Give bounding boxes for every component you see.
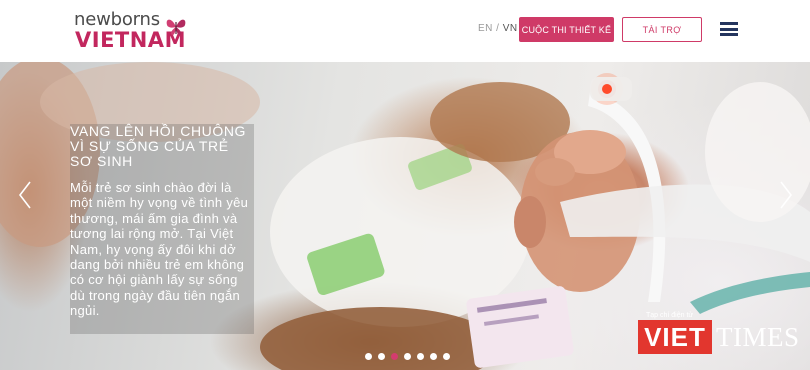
butterfly-icon xyxy=(166,19,186,36)
slider-dot-2[interactable] xyxy=(378,353,385,360)
viettimes-watermark: Tạp chí điện tử VIET TIMES xyxy=(636,312,806,370)
menu-icon[interactable] xyxy=(720,22,738,36)
language-switcher: EN / VN xyxy=(478,23,518,34)
lang-en-link[interactable]: EN xyxy=(478,23,493,34)
chevron-right-icon[interactable] xyxy=(779,180,793,210)
lang-vn-link[interactable]: VN xyxy=(503,23,518,34)
slider-dot-3[interactable] xyxy=(391,353,398,360)
hero-heading: VANG LÊN HỒI CHUÔNG VÌ SỰ SỐNG CỦA TRẺ S… xyxy=(70,123,247,169)
design-contest-button[interactable]: CUỘC THI THIẾT KẾ xyxy=(519,17,614,42)
slider-pagination xyxy=(365,353,450,360)
sponsor-button[interactable]: TÀI TRỢ xyxy=(622,17,702,42)
slider-dot-4[interactable] xyxy=(404,353,411,360)
chevron-left-icon[interactable] xyxy=(18,180,32,210)
newborns-vietnam-logo[interactable]: newborns VIETNAM xyxy=(74,9,194,53)
watermark-caption: Tạp chí điện tử xyxy=(646,312,694,319)
hero-body: Mỗi trẻ sơ sinh chào đời là một niềm hy … xyxy=(70,180,249,319)
watermark-logo-box: VIET xyxy=(638,320,712,354)
slider-dot-5[interactable] xyxy=(417,353,424,360)
slider-dot-7[interactable] xyxy=(443,353,450,360)
watermark-logo-text: TIMES xyxy=(716,322,800,352)
logo-text-newborns: newborns xyxy=(74,9,160,30)
site-header: newborns VIETNAM EN / VN CUỘC THI THIẾT … xyxy=(0,0,810,62)
slider-dot-1[interactable] xyxy=(365,353,372,360)
lang-separator: / xyxy=(492,23,503,34)
hero-slider: VANG LÊN HỒI CHUÔNG VÌ SỰ SỐNG CỦA TRẺ S… xyxy=(0,62,810,370)
hero-caption: VANG LÊN HỒI CHUÔNG VÌ SỰ SỐNG CỦA TRẺ S… xyxy=(70,124,254,319)
slider-dot-6[interactable] xyxy=(430,353,437,360)
